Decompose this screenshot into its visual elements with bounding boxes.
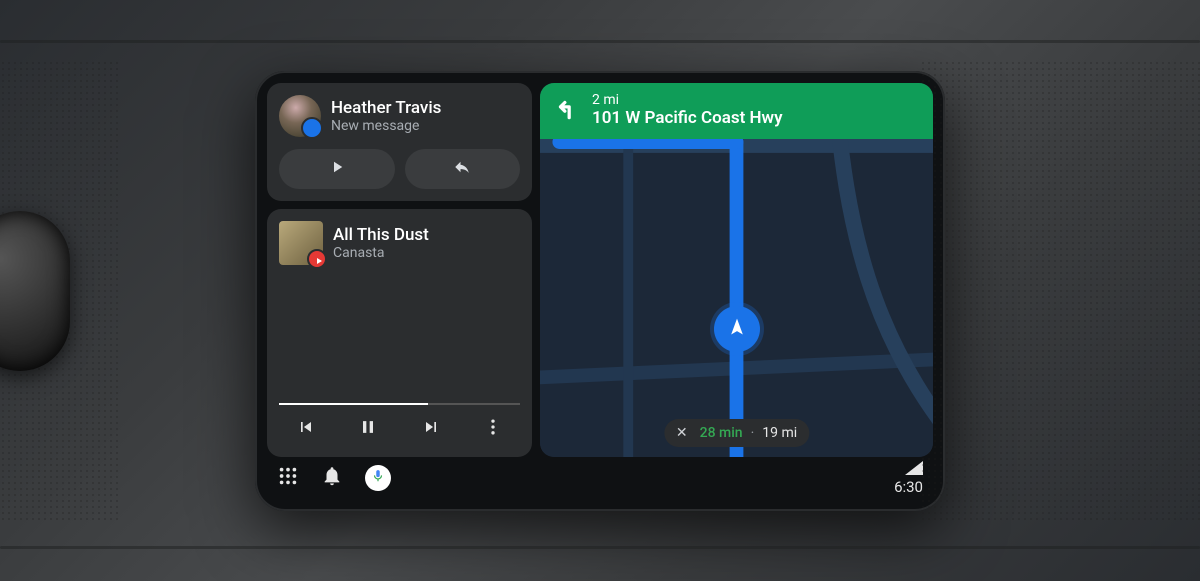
skip-previous-icon (296, 417, 316, 441)
pause-button[interactable] (350, 411, 386, 447)
dashboard-knob (0, 211, 70, 371)
apps-grid-icon (277, 472, 299, 491)
eta-distance: 19 mi (762, 425, 797, 441)
notification-subtitle: New message (331, 118, 441, 134)
current-location-marker (714, 306, 760, 352)
system-bar: 6:30 (267, 457, 933, 499)
more-vert-icon (483, 417, 503, 441)
reply-icon (453, 158, 471, 180)
eta-chip[interactable]: ✕ 28 min · 19 mi (664, 419, 809, 447)
previous-track-button[interactable] (288, 411, 324, 447)
play-icon (328, 158, 346, 180)
turn-road-name: 101 W Pacific Coast Hwy (592, 109, 783, 128)
navigation-map[interactable]: 2 mi 101 W Pacific Coast Hwy ✕ 28 min · … (540, 83, 933, 457)
eta-duration: 28 min (700, 425, 743, 441)
now-playing-card[interactable]: All This Dust Canasta (267, 209, 532, 457)
map-canvas (540, 83, 933, 457)
turn-distance: 2 mi (592, 93, 783, 108)
close-eta-button[interactable]: ✕ (676, 425, 692, 441)
next-track-button[interactable] (413, 411, 449, 447)
message-notification-card[interactable]: Heather Travis New message (267, 83, 532, 201)
track-title: All This Dust (333, 225, 429, 245)
reply-button[interactable] (405, 149, 521, 189)
eta-separator: · (751, 425, 755, 441)
app-launcher-button[interactable] (277, 465, 299, 491)
notifications-button[interactable] (321, 465, 343, 491)
navigation-arrow-icon (727, 317, 747, 341)
skip-next-icon (421, 417, 441, 441)
sender-avatar (279, 95, 321, 137)
pause-icon (358, 417, 378, 441)
infotainment-device: Heather Travis New message (255, 71, 945, 511)
more-options-button[interactable] (475, 411, 511, 447)
bell-icon (321, 472, 343, 491)
play-message-button[interactable] (279, 149, 395, 189)
turn-left-icon (554, 96, 580, 126)
track-artist: Canasta (333, 245, 429, 261)
navigation-banner[interactable]: 2 mi 101 W Pacific Coast Hwy (540, 83, 933, 139)
close-icon: ✕ (676, 425, 688, 441)
playback-progress[interactable] (279, 403, 520, 405)
sender-name: Heather Travis (331, 98, 441, 118)
voice-assistant-button[interactable] (365, 465, 391, 491)
album-art (279, 221, 323, 265)
microphone-icon (371, 468, 385, 487)
status-clock: 6:30 (894, 480, 923, 495)
